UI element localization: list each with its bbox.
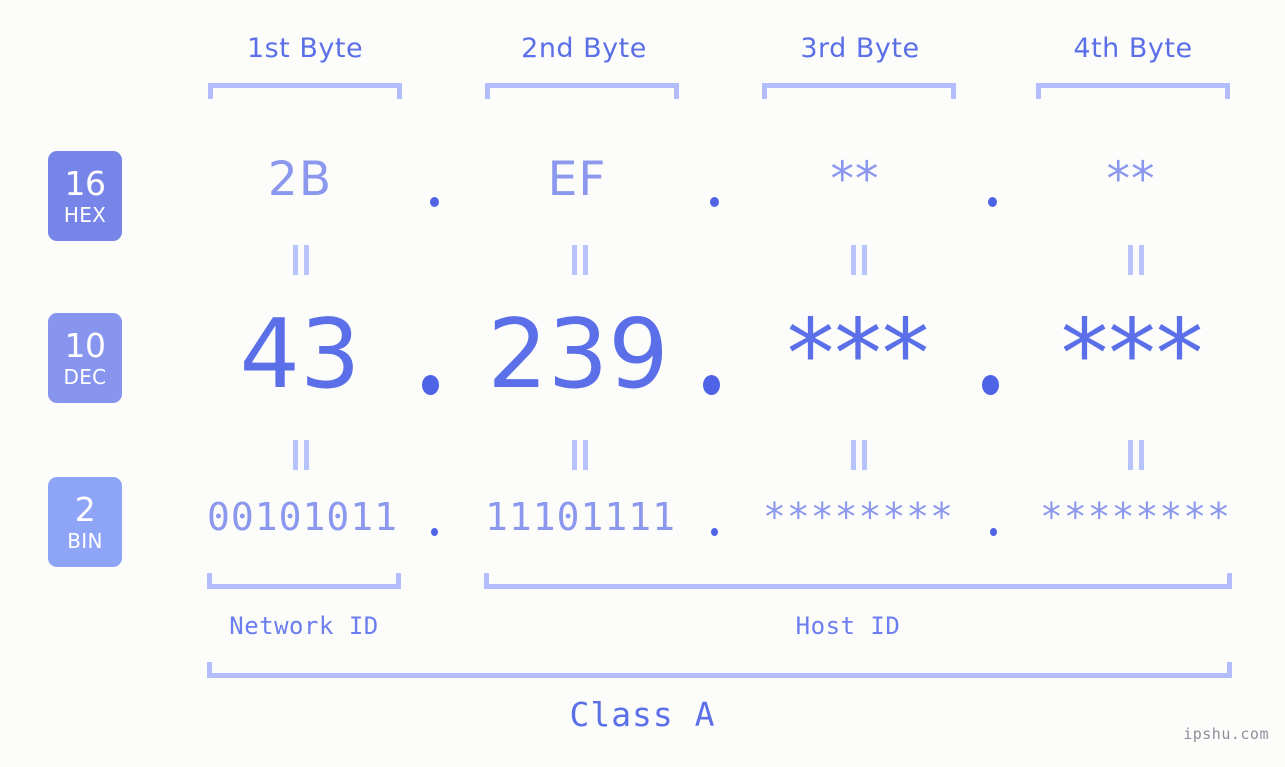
network-id-label: Network ID — [229, 612, 379, 640]
byte-header-3: 3rd Byte — [800, 33, 920, 64]
equals-icon-hex-dec-1 — [291, 245, 311, 275]
dec-byte-1: 43 — [239, 300, 361, 410]
equals-icon-dec-bin-3 — [849, 440, 869, 470]
host-id-bracket — [484, 573, 1232, 589]
class-label: Class A — [569, 695, 716, 734]
base-badge-bin-name: BIN — [67, 529, 103, 553]
hex-byte-1: 2B — [267, 152, 333, 207]
host-id-label: Host ID — [795, 612, 901, 640]
hex-separator-dot-2 — [710, 197, 719, 207]
dec-byte-2: 239 — [487, 300, 669, 410]
base-badge-hex-number: 16 — [64, 164, 107, 203]
byte-bracket-top-1 — [208, 83, 402, 99]
equals-icon-hex-dec-4 — [1126, 245, 1146, 275]
equals-icon-dec-bin-4 — [1126, 440, 1146, 470]
byte-bracket-top-3 — [762, 83, 956, 99]
byte-bracket-top-4 — [1036, 83, 1230, 99]
base-badge-dec-number: 10 — [64, 326, 107, 365]
base-badge-hex-name: HEX — [63, 203, 107, 227]
bin-separator-dot-2 — [711, 528, 718, 536]
class-bracket — [207, 662, 1232, 678]
byte-header-2: 2nd Byte — [521, 33, 647, 64]
bin-separator-dot-3 — [990, 528, 997, 536]
hex-byte-3: ** — [830, 152, 880, 207]
watermark-ipshu: ipshu.com — [1183, 725, 1269, 743]
dec-byte-4: *** — [1060, 300, 1204, 410]
hex-separator-dot-1 — [430, 197, 439, 207]
base-badge-dec-name: DEC — [63, 365, 107, 389]
bin-byte-3: ******** — [762, 495, 955, 539]
network-id-bracket — [207, 573, 401, 589]
base-badge-dec: 10 DEC — [48, 313, 122, 403]
equals-icon-hex-dec-3 — [849, 245, 869, 275]
equals-icon-hex-dec-2 — [570, 245, 590, 275]
equals-icon-dec-bin-2 — [570, 440, 590, 470]
bin-separator-dot-1 — [431, 528, 438, 536]
bin-byte-4: ******** — [1039, 495, 1232, 539]
hex-separator-dot-3 — [988, 197, 997, 207]
byte-bracket-top-2 — [485, 83, 679, 99]
base-badge-bin-number: 2 — [74, 490, 96, 529]
bin-byte-2: 11101111 — [484, 495, 677, 539]
hex-byte-2: EF — [547, 152, 607, 207]
dec-separator-dot-1 — [422, 375, 439, 395]
dec-separator-dot-3 — [982, 375, 999, 395]
equals-icon-dec-bin-1 — [291, 440, 311, 470]
base-badge-hex: 16 HEX — [48, 151, 122, 241]
dec-separator-dot-2 — [703, 375, 720, 395]
byte-header-1: 1st Byte — [246, 33, 364, 64]
byte-header-4: 4th Byte — [1073, 33, 1193, 64]
bin-byte-1: 00101011 — [206, 495, 399, 539]
hex-byte-4: ** — [1106, 152, 1156, 207]
base-badge-bin: 2 BIN — [48, 477, 122, 567]
ip-address-breakdown-diagram: 1st Byte 2nd Byte 3rd Byte 4th Byte 16 H… — [0, 0, 1285, 767]
dec-byte-3: *** — [786, 300, 930, 410]
